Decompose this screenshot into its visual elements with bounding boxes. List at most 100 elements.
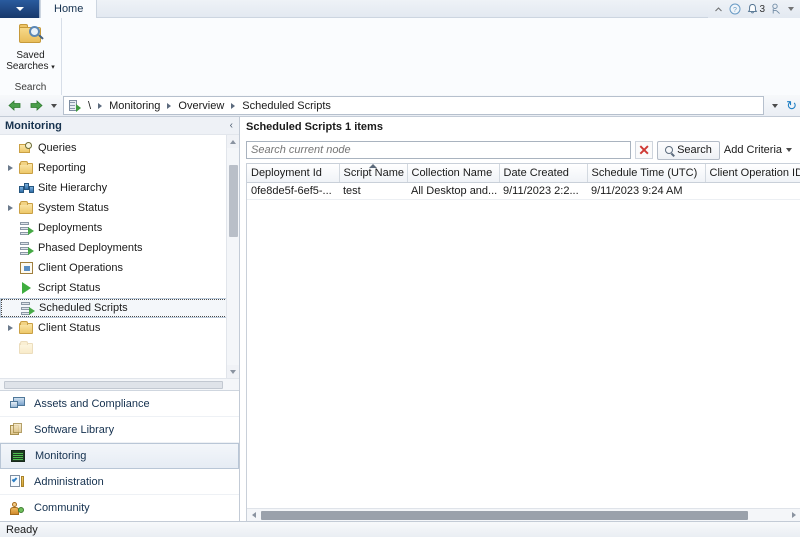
add-criteria-button[interactable]: Add Criteria <box>724 144 794 156</box>
sccm-console-window: Home ? 3 Saved Searches ▾ Search \ Monit… <box>0 0 800 537</box>
column-header-deployment-id[interactable]: Deployment Id <box>247 164 340 183</box>
tree-item-label: Client Status <box>38 322 101 334</box>
expander-icon[interactable] <box>4 325 17 331</box>
tree-item-label: System Status <box>38 202 109 214</box>
ribbon-right-icons: ? 3 <box>708 0 800 18</box>
tree-item-system-status[interactable]: System Status <box>0 198 239 218</box>
collapse-ribbon-icon[interactable] <box>714 5 723 14</box>
client-operations-icon <box>17 260 35 276</box>
scrollbar-thumb[interactable] <box>261 510 748 520</box>
back-button[interactable] <box>3 96 25 116</box>
deployment-icon <box>18 300 36 316</box>
ribbon-tab-row: Home ? 3 <box>0 0 800 18</box>
tree-horizontal-scrollbar[interactable] <box>0 378 239 390</box>
column-header-collection-name[interactable]: Collection Name <box>407 164 500 183</box>
search-button[interactable]: Search <box>657 140 720 160</box>
tree-item-client-status[interactable]: Client Status <box>0 318 239 338</box>
saved-searches-icon <box>17 22 45 48</box>
saved-searches-button[interactable]: Saved Searches ▾ <box>0 22 61 73</box>
workspace-software-library[interactable]: Software Library <box>0 417 239 443</box>
scroll-down-button[interactable] <box>227 365 239 378</box>
address-bar-actions: ↻ <box>764 98 797 114</box>
results-grid: Deployment Id Script Name Collection Nam… <box>246 163 800 521</box>
history-dropdown-button[interactable] <box>47 103 61 108</box>
saved-searches-label-line1: Saved <box>16 50 45 61</box>
tree-item-script-status[interactable]: Script Status <box>0 278 239 298</box>
svg-text:?: ? <box>733 7 737 14</box>
breadcrumb[interactable]: \ Monitoring Overview Scheduled Scripts <box>63 96 765 115</box>
tree-item-phased-deployments[interactable]: Phased Deployments <box>0 238 239 258</box>
chevron-down-icon <box>51 103 57 108</box>
refresh-icon[interactable]: ↻ <box>786 99 797 112</box>
notifications-bell-icon[interactable]: 3 <box>747 3 765 15</box>
scrollbar-thumb[interactable] <box>4 380 223 389</box>
column-header-script-name[interactable]: Script Name <box>339 164 408 183</box>
expander-icon[interactable] <box>4 165 17 171</box>
column-header-client-operation-id[interactable]: Client Operation ID <box>705 164 800 183</box>
tree-item-queries[interactable]: Queries <box>0 138 239 158</box>
workspace-label: Monitoring <box>35 450 87 462</box>
tree-item-site-hierarchy[interactable]: Site Hierarchy <box>0 178 239 198</box>
forward-arrow-icon <box>30 100 43 111</box>
column-header-date-created[interactable]: Date Created <box>499 164 588 183</box>
table-row[interactable]: 0fe8de5f-6ef5-... test All Desktop and..… <box>247 182 800 200</box>
software-library-icon <box>8 422 26 438</box>
ribbon-group-search: Saved Searches ▾ Search <box>0 18 62 95</box>
grid-empty-area <box>247 199 800 508</box>
ribbon-empty-area <box>62 18 800 95</box>
search-bar: ✕ Search Add Criteria <box>240 137 800 163</box>
console-root-icon <box>67 99 81 113</box>
scroll-up-button[interactable] <box>227 135 239 148</box>
search-input[interactable] <box>251 144 627 156</box>
workspace-monitoring[interactable]: Monitoring <box>0 443 239 469</box>
tree-item-client-operations[interactable]: Client Operations <box>0 258 239 278</box>
tree-item-partial[interactable] <box>0 338 239 358</box>
grid-horizontal-scrollbar[interactable] <box>247 508 800 521</box>
help-icon[interactable]: ? <box>729 3 741 15</box>
back-arrow-icon <box>7 100 20 111</box>
expander-icon[interactable] <box>4 205 17 211</box>
tree-item-reporting[interactable]: Reporting <box>0 158 239 178</box>
search-input-wrapper[interactable] <box>246 141 632 159</box>
breadcrumb-item-monitoring[interactable]: Monitoring <box>106 100 163 112</box>
user-account-icon[interactable] <box>771 3 782 15</box>
saved-searches-label-line2: Searches <box>6 61 49 72</box>
workspace-community[interactable]: Community <box>0 495 239 521</box>
tree-item-deployments[interactable]: Deployments <box>0 218 239 238</box>
breadcrumb-item-root[interactable]: \ <box>85 100 94 112</box>
breadcrumb-item-scheduled-scripts[interactable]: Scheduled Scripts <box>239 100 334 112</box>
forward-button[interactable] <box>25 96 47 116</box>
tree-item-label: Scheduled Scripts <box>39 302 128 314</box>
tree-item-scheduled-scripts[interactable]: Scheduled Scripts <box>0 298 234 318</box>
tree-item-label: Script Status <box>38 282 101 294</box>
clear-search-button[interactable]: ✕ <box>635 141 654 159</box>
column-header-schedule-time-utc[interactable]: Schedule Time (UTC) <box>587 164 706 183</box>
breadcrumb-item-overview[interactable]: Overview <box>175 100 227 112</box>
ribbon: Home ? 3 Saved Searches ▾ Search <box>0 0 800 95</box>
chevron-right-icon <box>231 102 236 109</box>
workspace-assets-and-compliance[interactable]: Assets and Compliance <box>0 391 239 417</box>
address-dropdown-button[interactable] <box>768 98 782 114</box>
tree-vertical-scrollbar[interactable] <box>226 135 239 378</box>
tab-home[interactable]: Home <box>40 0 98 18</box>
ribbon-body: Saved Searches ▾ Search <box>0 18 800 95</box>
community-icon <box>8 500 26 516</box>
overflow-chevron-icon[interactable] <box>788 7 794 11</box>
quick-access-toolbar-button[interactable] <box>0 0 40 18</box>
site-hierarchy-icon <box>17 180 35 196</box>
address-bar: \ Monitoring Overview Scheduled Scripts … <box>0 95 800 117</box>
chevron-left-icon[interactable]: ‹ <box>230 120 233 131</box>
status-text: Ready <box>6 523 38 536</box>
navigation-tree: Queries Reporting Site Hierarchy System … <box>0 135 239 378</box>
workspace-administration[interactable]: Administration <box>0 469 239 495</box>
script-status-icon <box>17 280 35 296</box>
content-pane: Scheduled Scripts 1 items ✕ Search Add C… <box>240 117 800 521</box>
chevron-down-icon[interactable]: ▾ <box>51 64 55 71</box>
folder-icon <box>17 200 35 216</box>
sort-ascending-icon <box>369 164 377 168</box>
cell-schedule-time-utc: 9/11/2023 9:24 AM <box>587 182 705 200</box>
scroll-right-button[interactable] <box>787 509 800 522</box>
scroll-left-button[interactable] <box>247 509 260 522</box>
scrollbar-thumb[interactable] <box>229 165 238 237</box>
ribbon-tabrow-filler <box>97 0 709 18</box>
